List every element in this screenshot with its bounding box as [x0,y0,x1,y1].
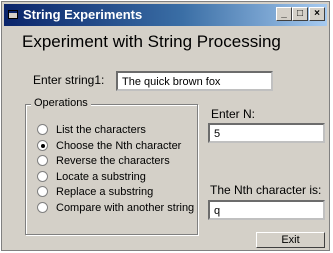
title-bar[interactable]: String Experiments _ □ × [4,4,327,26]
radio-button[interactable] [37,124,48,135]
string1-input[interactable]: The quick brown fox [116,71,273,91]
radio-button[interactable] [37,186,48,197]
result-output[interactable]: q [208,200,325,220]
operation-label: Replace a substring [56,186,154,198]
operation-option[interactable]: Choose the Nth character [37,139,182,152]
exit-button[interactable]: Exit [256,232,325,248]
page-title: Experiment with String Processing [22,32,281,51]
radio-button[interactable] [37,201,48,213]
operation-option[interactable]: Compare with another string [37,201,195,214]
operation-option[interactable]: Locate a substring [37,170,146,183]
operation-label: List the characters [56,124,146,136]
result-label: The Nth character is: [210,183,322,197]
close-button[interactable]: × [309,7,325,21]
operation-option[interactable]: List the characters [37,124,146,136]
operation-label: Choose the Nth character [56,139,182,152]
operation-label: Compare with another string [56,201,195,214]
radio-button[interactable] [37,155,48,166]
radio-button[interactable] [37,170,48,182]
operation-label: Locate a substring [56,170,146,183]
operation-option[interactable]: Replace a substring [37,186,153,198]
string1-label: Enter string1: [33,73,105,87]
operation-label: Reverse the characters [56,155,170,167]
operation-option[interactable]: Reverse the characters [37,155,170,167]
window-title: String Experiments [23,7,143,22]
maximize-button[interactable]: □ [292,7,308,21]
radio-button[interactable] [37,139,48,151]
minimize-button[interactable]: _ [276,7,292,21]
n-input[interactable]: 5 [208,123,325,143]
n-label: Enter N: [211,107,256,121]
operations-group-title: Operations [31,97,91,109]
app-icon [8,10,18,19]
